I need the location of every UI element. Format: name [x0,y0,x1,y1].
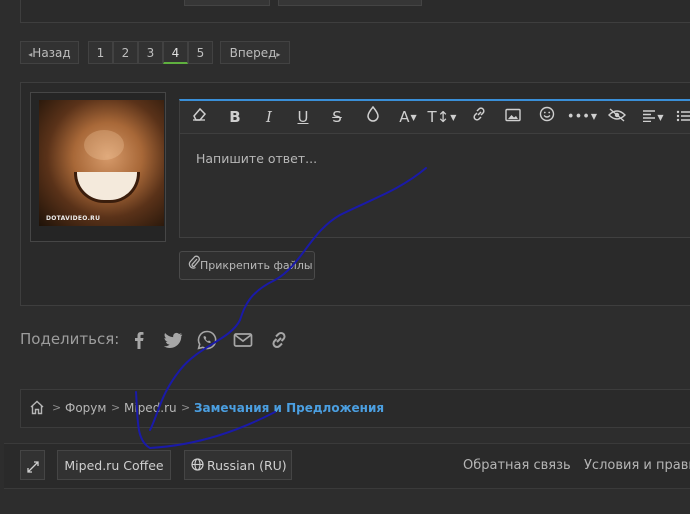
bold-icon[interactable]: B [222,105,248,129]
language-chooser-button[interactable]: Russian (RU) [184,450,292,480]
avatar-highlight [84,130,124,160]
avatar-frame: DOTAVIDEO.RU [30,92,166,242]
footer-link-terms[interactable]: Условия и прави [584,458,690,473]
more-icon[interactable]: •••▼ [566,105,598,129]
globe-icon [191,452,204,482]
paperclip-icon [188,252,200,280]
share-label: Поделиться: [20,330,120,348]
chevron-right-icon: ▸ [276,50,281,59]
chevron-right-icon: > [111,401,121,414]
italic-icon[interactable]: I [256,105,282,129]
whatsapp-icon[interactable] [196,329,218,351]
hide-icon[interactable] [602,105,632,129]
page-3-button[interactable]: 3 [138,41,163,64]
reply-placeholder[interactable]: Напишите ответ... [196,151,317,166]
align-icon[interactable]: ▼ [638,105,668,129]
previous-post-button[interactable] [184,0,270,6]
facebook-icon[interactable] [128,329,150,351]
reply-editor[interactable]: B I U S A▼ T↕▼ •••▼ ▼ Напишите ответ... [179,99,690,238]
link-icon[interactable] [466,105,492,129]
strikethrough-icon[interactable]: S [324,105,350,129]
page-footer: Miped.ru Coffee Russian (RU) Обратная св… [4,443,690,489]
image-icon[interactable] [500,105,526,129]
quick-reply: DOTAVIDEO.RU B I U S A▼ T↕▼ •••▼ ▼ Напиш… [20,82,690,306]
page-4-current[interactable]: 4 [163,41,188,64]
next-page-button[interactable]: Вперед▸ [220,41,290,64]
avatar[interactable]: DOTAVIDEO.RU [39,100,164,226]
avatar-smile [74,172,140,203]
previous-post-button[interactable] [278,0,422,6]
previous-post-footer [20,0,690,23]
page-1-button[interactable]: 1 [88,41,113,64]
underline-icon[interactable]: U [290,105,316,129]
chevron-right-icon: > [52,401,62,414]
avatar-watermark: DOTAVIDEO.RU [46,215,101,222]
breadcrumb-site[interactable]: Miped.ru [124,401,177,415]
prev-page-button[interactable]: ◂Назад [20,41,79,64]
emoji-icon[interactable] [534,105,560,129]
breadcrumb: > Форум > Miped.ru > Замечания и Предлож… [20,389,690,428]
email-icon[interactable] [232,329,254,351]
page-2-button[interactable]: 2 [113,41,138,64]
chevron-right-icon: > [181,401,191,414]
breadcrumb-current[interactable]: Замечания и Предложения [194,401,384,415]
breadcrumb-forum[interactable]: Форум [65,401,106,415]
font-size-icon[interactable]: T↕▼ [426,105,458,129]
attach-files-button[interactable]: Прикрепить файлы [179,251,315,280]
style-chooser-button[interactable]: Miped.ru Coffee [57,450,171,480]
font-color-icon[interactable]: A▼ [392,105,424,129]
expand-icon[interactable] [20,450,45,480]
editor-toolbar: B I U S A▼ T↕▼ •••▼ ▼ [180,101,690,134]
page-5-button[interactable]: 5 [188,41,213,64]
footer-link-feedback[interactable]: Обратная связь [463,458,571,473]
twitter-icon[interactable] [162,329,184,351]
eraser-icon[interactable] [186,105,212,129]
color-drop-icon[interactable] [360,105,386,129]
list-icon[interactable] [672,105,690,129]
link-icon[interactable] [268,329,290,351]
home-icon[interactable] [29,400,45,418]
